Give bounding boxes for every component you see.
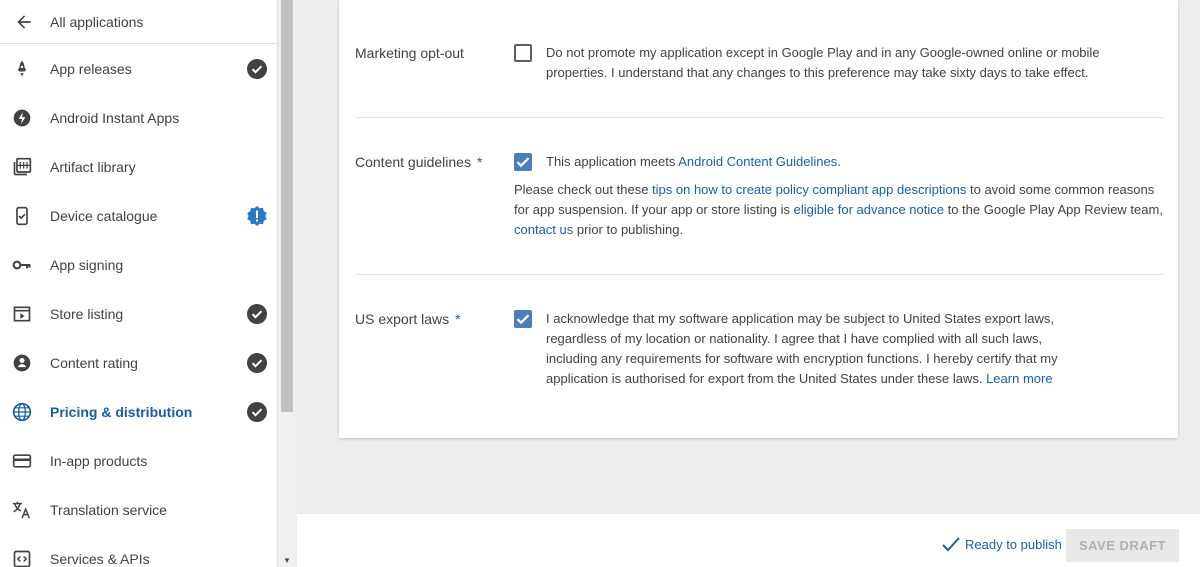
marketing-opt-out-checkbox[interactable] [514,44,532,62]
sidebar-item-app-releases[interactable]: App releases [0,44,277,93]
us-export-laws-text: I acknowledge that my software applicati… [546,311,1058,386]
key-icon [4,255,40,275]
arrow-back-icon [6,12,42,32]
sidebar-item-label: Device catalogue [50,207,158,224]
sidebar-item-pricing-distribution[interactable]: Pricing & distribution [0,387,277,436]
complete-check-icon [246,401,268,423]
card-icon [4,451,40,471]
policy-tips-link[interactable]: tips on how to create policy compliant a… [652,182,966,197]
sidebar-item-device-catalogue[interactable]: Device catalogue [0,191,277,240]
complete-check-icon [246,352,268,374]
instant-bolt-icon [4,108,40,128]
content-guidelines-help-text: Please check out these tips on how to cr… [514,182,1163,237]
rating-icon [4,353,40,373]
sidebar-item-label: Android Instant Apps [50,109,180,126]
sidebar: All applications App releases Android In… [0,0,278,567]
sidebar-item-label: Services & APIs [50,550,150,567]
footer-bar: Ready to publish SAVE DRAFT [297,513,1200,567]
sidebar-item-in-app-products[interactable]: In-app products [0,436,277,485]
content-guidelines-checkbox[interactable] [514,153,532,171]
sidebar-item-label: Translation service [50,501,167,518]
divider [355,117,1163,118]
learn-more-link[interactable]: Learn more [986,371,1052,386]
device-check-icon [4,206,40,226]
sidebar-item-label: In-app products [50,452,148,469]
sidebar-item-label: Artifact library [50,158,136,175]
content-guidelines-label: Content guidelines * [355,154,483,170]
sidebar-item-store-listing[interactable]: Store listing [0,289,277,338]
sidebar-item-label: App signing [50,256,124,273]
complete-check-icon [246,58,268,80]
us-export-laws-label: US export laws * [355,311,461,327]
complete-check-icon [246,303,268,325]
contact-us-link[interactable]: contact us [514,222,573,237]
ready-check-icon [942,537,960,552]
marketing-opt-out-text: Do not promote my application except in … [546,45,1100,80]
globe-icon [4,402,40,422]
advance-notice-link[interactable]: eligible for advance notice [794,202,944,217]
save-draft-button[interactable]: SAVE DRAFT [1066,529,1179,562]
publish-status: Ready to publish [941,536,1062,552]
warning-badge-icon [246,205,268,227]
sidebar-item-label: App releases [50,60,132,77]
app-root: All applications App releases Android In… [0,0,1200,567]
sidebar-item-label: Store listing [50,305,124,322]
checkmark-icon [516,157,530,168]
pricing-consent-card: Marketing opt-out Do not promote my appl… [339,0,1178,438]
sidebar-item-android-instant-apps[interactable]: Android Instant Apps [0,93,277,142]
code-icon [4,549,40,567]
publish-status-label: Ready to publish [965,536,1062,552]
checkmark-icon [516,314,530,325]
sidebar-item-label: Content rating [50,354,138,371]
translate-icon [4,499,40,521]
us-export-laws-checkbox[interactable] [514,310,532,328]
sidebar-item-translation-service[interactable]: Translation service [0,485,277,534]
content-guidelines-check-text: This application meets Android Content G… [546,154,841,169]
marketing-opt-out-label: Marketing opt-out [355,45,464,61]
back-label: All applications [50,13,144,30]
sidebar-item-label: Pricing & distribution [50,403,193,420]
rocket-icon [4,59,40,79]
scroll-down-arrow-icon[interactable]: ▼ [281,556,293,566]
sidebar-item-content-rating[interactable]: Content rating [0,338,277,387]
sidebar-scrollbar-thumb[interactable] [281,0,293,412]
store-icon [4,304,40,324]
back-to-all-applications[interactable]: All applications [0,0,277,44]
sidebar-item-services-apis[interactable]: Services & APIs [0,534,277,567]
sidebar-item-artifact-library[interactable]: Artifact library [0,142,277,191]
android-content-guidelines-link[interactable]: Android Content Guidelines [678,154,837,169]
divider [355,274,1163,275]
sidebar-item-app-signing[interactable]: App signing [0,240,277,289]
library-icon [4,157,40,177]
